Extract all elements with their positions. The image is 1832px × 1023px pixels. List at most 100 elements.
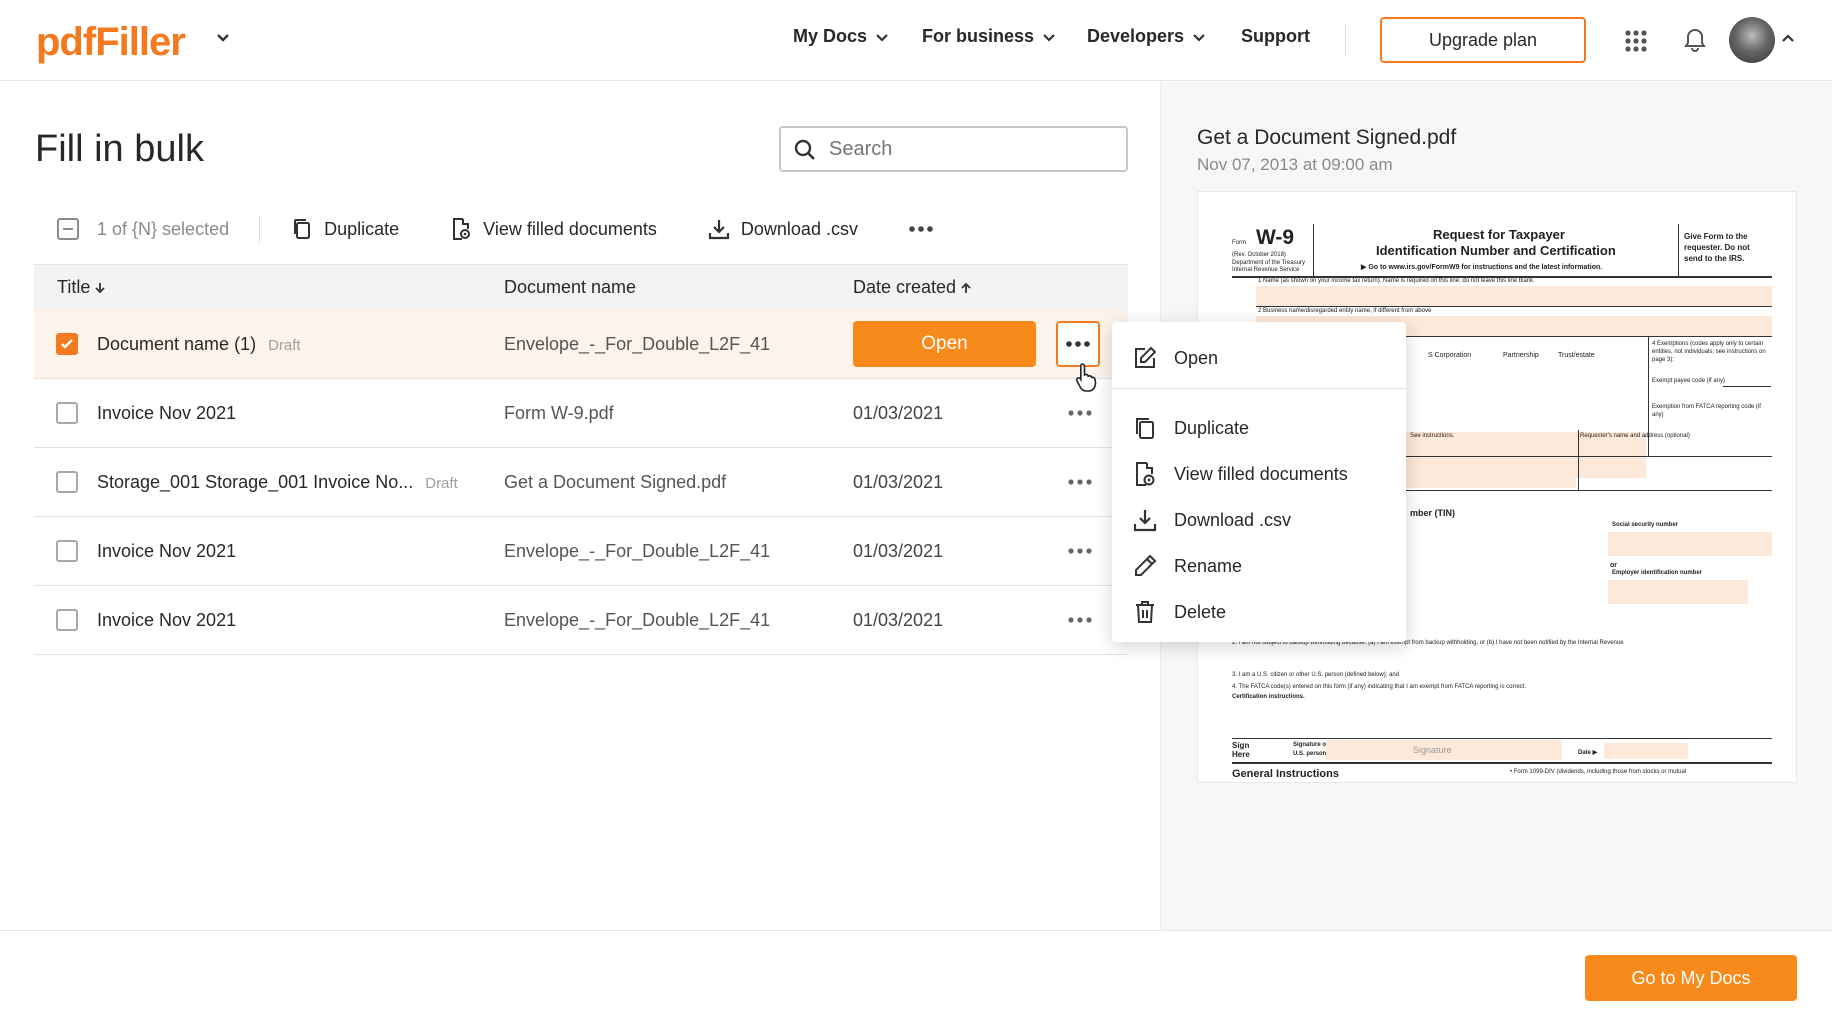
table-header: Title Document name Date created [34,264,1128,310]
page-title: Fill in bulk [35,128,204,170]
more-icon[interactable] [1068,476,1092,488]
apps-grid-icon[interactable] [1624,29,1648,53]
w9-exemptions: 4 Exemptions (codes apply only to certai… [1652,341,1766,363]
menu-item-view-filled[interactable]: View filled documents [1112,454,1406,494]
row-title: Invoice Nov 2021 [97,541,237,561]
preview-document-date: Nov 07, 2013 at 09:00 am [1197,155,1393,174]
row-title: Invoice Nov 2021 [97,403,237,423]
top-header: pdfFiller My Docs For business Developer… [0,0,1832,81]
w9-sig-of: Signature of [1293,742,1329,748]
upgrade-plan-button[interactable]: Upgrade plan [1380,17,1586,63]
row-more-button[interactable] [1056,321,1100,367]
table-row[interactable]: Storage_001 Storage_001 Invoice No... Dra… [34,448,1128,517]
nav-support[interactable]: Support [1241,26,1310,47]
menu-item-open[interactable]: Open [1112,338,1406,378]
column-date-created[interactable]: Date created [853,277,972,298]
row-checkbox[interactable] [56,333,78,355]
w9-exempt-payee: Exempt payee code (if any) [1652,378,1726,384]
pencil-icon [1135,554,1157,576]
bell-icon[interactable] [1682,27,1708,53]
menu-item-duplicate[interactable]: Duplicate [1112,408,1406,448]
w9-signature: Signature [1413,745,1452,755]
table-row[interactable]: Invoice Nov 2021 Envelope_-_For_Double_L… [34,586,1128,655]
row-document-name: Envelope_-_For_Double_L2F_41 [504,334,771,354]
more-icon[interactable] [1068,545,1092,557]
chevron-down-icon [1193,33,1205,42]
row-title: Storage_001 Storage_001 Invoice No... Dra… [97,472,458,492]
w9-cert3: 3. I am a U.S. citizen or other U.S. per… [1232,672,1400,678]
w9-heading2: Identification Number and Certification [1376,243,1616,258]
draft-badge: Draft [268,337,301,354]
column-title[interactable]: Title [57,277,106,298]
nav-developers[interactable]: Developers [1087,26,1206,47]
w9-date: Date ▶ [1578,750,1598,756]
w9-cert-instr: Certification instructions. [1232,694,1305,700]
w9-line1: 1 Name (as shown on your income tax retu… [1258,278,1535,284]
w9-form1099: • Form 1099-DIV (dividends, including th… [1510,769,1687,775]
pdffiller-logo[interactable]: pdfFiller [36,20,186,65]
duplicate-icon [1136,418,1154,439]
row-date: 01/03/2021 [853,472,944,492]
row-title: Invoice Nov 2021 [97,610,237,630]
row-date: 01/03/2021 [853,403,944,423]
view-filled-icon [453,218,471,240]
nav-my-docs[interactable]: My Docs [793,26,889,47]
more-icon [1066,341,1090,347]
w9-partnership: Partnership [1503,352,1539,359]
search-box[interactable] [779,126,1128,172]
menu-item-download-csv[interactable]: Download .csv [1112,500,1406,540]
row-checkbox[interactable] [56,540,78,562]
search-icon [794,139,815,160]
arrow-up-icon [961,282,971,293]
go-to-my-docs-button[interactable]: Go to My Docs [1585,955,1797,1001]
download-icon [708,220,730,240]
more-icon[interactable] [908,216,934,242]
bulk-toolbar: 1 of {N} selected Duplicate View filled … [57,214,934,244]
download-csv-button[interactable]: Download .csv [707,217,858,241]
w9-heading1: Request for Taxpayer [1433,227,1565,242]
w9-give2: requester. Do not [1684,243,1750,252]
chevron-down-icon [1043,33,1055,42]
w9-see-instr: See instructions. [1410,433,1455,439]
nav-for-business[interactable]: For business [922,26,1056,47]
view-filled-documents-button[interactable]: View filled documents [449,217,657,241]
w9-cert4: 4. The FATCA code(s) entered on this for… [1232,684,1527,690]
row-date: 01/03/2021 [853,610,944,630]
w9-requester: Requester's name and address (optional) [1580,433,1690,439]
row-checkbox[interactable] [56,471,78,493]
toolbar-divider [259,215,261,243]
w9-fatca: Exemption from FATCA reporting code (if … [1652,404,1761,418]
open-button[interactable]: Open [853,321,1036,367]
select-all-checkbox[interactable] [57,218,79,240]
chevron-down-icon [876,33,888,42]
w9-goto: ▶ Go to www.irs.gov/FormW9 for instructi… [1361,264,1603,271]
table-row[interactable]: Document name (1) Draft Envelope_-_For_Do… [34,310,1128,379]
search-input[interactable] [829,137,1109,161]
chevron-up-icon[interactable] [1780,31,1796,47]
download-icon [1133,510,1157,532]
w9-trust: Trust/estate [1558,352,1595,359]
more-icon[interactable] [1068,407,1092,419]
menu-item-delete[interactable]: Delete [1112,592,1406,632]
duplicate-button[interactable]: Duplicate [290,217,399,241]
w9-here: Here [1232,750,1250,759]
row-checkbox[interactable] [56,402,78,424]
trash-icon [1136,601,1154,623]
check-icon [61,339,73,349]
chevron-down-icon[interactable] [214,28,232,46]
w9-general: General Instructions [1232,768,1339,780]
duplicate-icon [294,219,311,239]
avatar[interactable] [1729,17,1775,63]
table-row[interactable]: Invoice Nov 2021 Form W-9.pdf 01/03/2021 [34,379,1128,448]
menu-item-rename[interactable]: Rename [1112,546,1406,586]
w9-sign: Sign [1232,741,1250,750]
table-row[interactable]: Invoice Nov 2021 Envelope_-_For_Double_L… [34,517,1128,586]
more-icon[interactable] [1068,614,1092,626]
column-document-name[interactable]: Document name [504,277,636,298]
row-checkbox[interactable] [56,609,78,631]
selected-count: 1 of {N} selected [97,218,230,239]
w9-s-corp: S Corporation [1428,352,1472,359]
view-filled-icon [1136,462,1155,486]
w9-form-label: Form [1232,240,1246,246]
row-title: Document name (1) Draft [97,334,301,354]
